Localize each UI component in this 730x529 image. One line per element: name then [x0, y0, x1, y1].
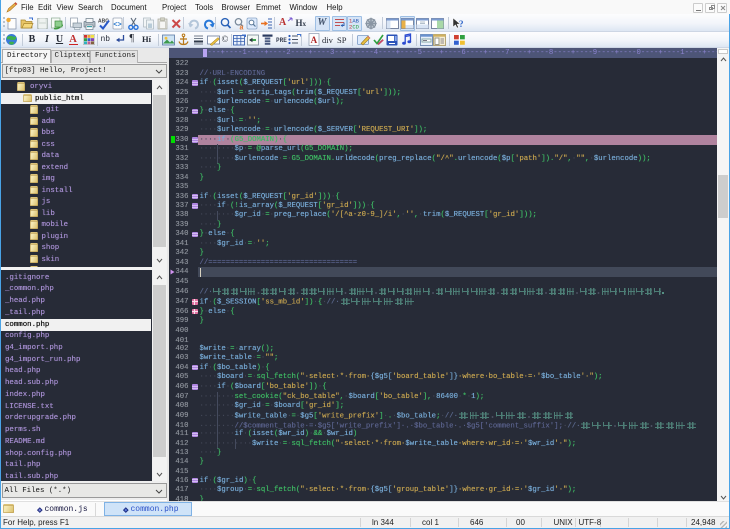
svg-text:A: A: [310, 35, 317, 45]
svg-text:?: ?: [459, 19, 464, 29]
svg-text:2CD: 2CD: [349, 24, 360, 30]
svg-text:<>: <>: [113, 21, 121, 28]
svg-text:a: a: [239, 24, 243, 30]
